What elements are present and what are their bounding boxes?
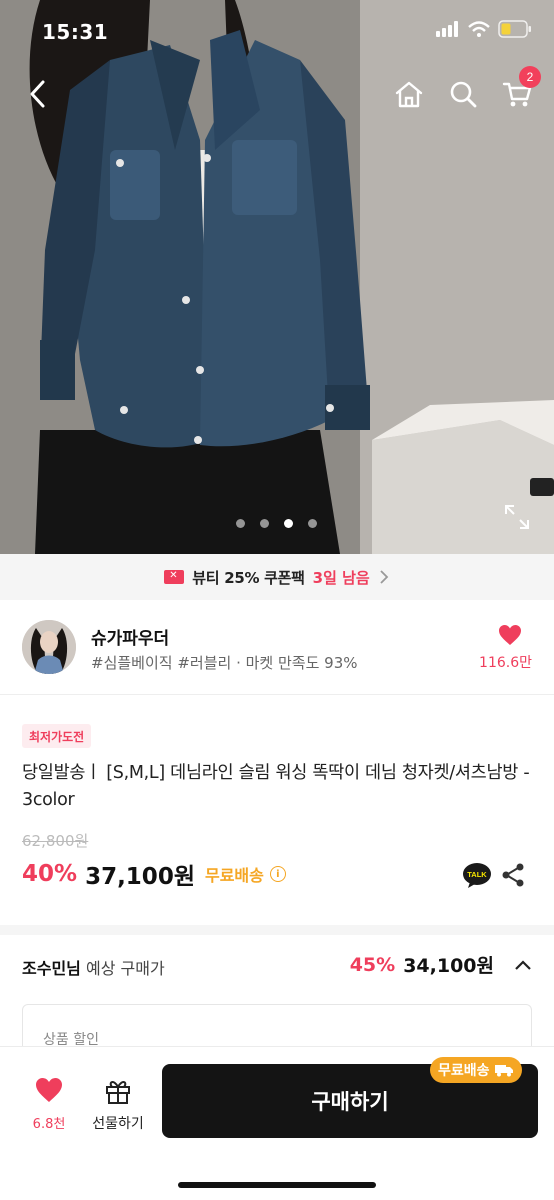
coupon-icon xyxy=(164,570,185,584)
top-navigation: 2 xyxy=(0,66,554,116)
shop-avatar[interactable] xyxy=(22,620,76,674)
carousel-indicator xyxy=(236,519,317,528)
status-bar: 15:31 xyxy=(0,0,554,66)
gift-button[interactable]: 선물하기 xyxy=(86,1077,150,1133)
expected-discount: 45% xyxy=(349,953,396,976)
price-row: 40% 37,100원 무료배송 i xyxy=(22,858,286,890)
user-name: 조수민님 xyxy=(22,959,81,978)
talk-icon: TALK xyxy=(463,863,491,888)
heart-icon xyxy=(36,1078,62,1102)
gift-icon xyxy=(106,1081,130,1104)
wifi-icon xyxy=(468,21,490,37)
cart-count-badge: 2 xyxy=(519,66,541,88)
expected-price-row[interactable]: 조수민님 예상 구매가 45% 34,100원 xyxy=(0,935,554,995)
product-image-carousel[interactable]: 15:31 2 xyxy=(0,0,554,554)
carousel-dot[interactable] xyxy=(308,519,317,528)
home-button[interactable] xyxy=(387,72,431,116)
expected-price-text: 예상 구매가 xyxy=(85,959,165,978)
gift-label: 선물하기 xyxy=(92,1116,144,1132)
chevron-up-icon[interactable] xyxy=(514,959,532,971)
status-icons xyxy=(436,20,532,38)
home-indicator xyxy=(178,1182,376,1188)
battery-icon xyxy=(498,20,531,38)
original-price: 62,800원 xyxy=(22,832,89,850)
info-icon[interactable]: i xyxy=(269,866,286,882)
coupon-banner[interactable]: 뷰티 25% 쿠폰팩 3일 남음 xyxy=(0,554,554,600)
sale-price: 37,100원 xyxy=(85,864,195,890)
bottom-action-bar: 6.8천 선물하기 구매하기 무료배송 xyxy=(0,1046,554,1200)
carousel-dot-active[interactable] xyxy=(284,519,293,528)
status-time: 15:31 xyxy=(42,20,109,44)
lowest-price-badge: 최저가도전 xyxy=(22,724,92,748)
search-icon xyxy=(450,81,477,108)
free-shipping-badge-text: 무료배송 xyxy=(438,1063,490,1079)
heart-icon xyxy=(499,625,521,645)
share-icon xyxy=(502,863,524,887)
shop-name[interactable]: 슈가파우더 xyxy=(91,624,169,649)
carousel-dot[interactable] xyxy=(260,519,269,528)
product-title: 당일발송ㅣ [S,M,L] 데님라인 슬림 워싱 똑딱이 데님 청자켓/셔츠남방… xyxy=(22,763,530,810)
coupon-days-left: 3일 남음 xyxy=(312,568,370,587)
wishlist-button[interactable]: 6.8천 xyxy=(22,1077,76,1132)
shop-like-count: 116.6만 xyxy=(479,655,532,671)
free-shipping-badge: 무료배송 xyxy=(430,1057,522,1083)
wishlist-count: 6.8천 xyxy=(32,1117,66,1132)
shop-like-button[interactable]: 116.6만 xyxy=(472,624,532,672)
coupon-text: 뷰티 25% 쿠폰팩 xyxy=(192,568,305,587)
shop-info-row[interactable]: 슈가파우더 #심플베이직 #러블리 · 마켓 만족도 93% 116.6만 xyxy=(0,600,554,695)
shop-tags: #심플베이직 #러블리 · 마켓 만족도 93% xyxy=(91,654,358,672)
cart-button[interactable]: 2 xyxy=(495,66,541,116)
svg-text:TALK: TALK xyxy=(467,870,487,879)
carousel-dot[interactable] xyxy=(236,519,245,528)
section-divider xyxy=(0,925,554,935)
expected-price: 34,100원 xyxy=(403,955,494,977)
fullscreen-button[interactable] xyxy=(503,503,531,531)
free-shipping-label: 무료배송 xyxy=(204,866,264,885)
back-button[interactable] xyxy=(16,72,60,116)
discount-rate: 40% xyxy=(22,861,78,887)
avatar-image xyxy=(22,620,76,674)
home-icon xyxy=(395,81,423,108)
search-button[interactable] xyxy=(441,72,485,116)
truck-icon xyxy=(494,1065,513,1077)
share-button[interactable] xyxy=(500,862,526,888)
expected-price-value: 45% 34,100원 xyxy=(350,951,532,978)
expand-icon xyxy=(505,505,529,529)
chevron-left-icon xyxy=(30,80,45,108)
signal-icon xyxy=(436,21,458,37)
chevron-right-icon xyxy=(380,570,388,584)
expected-price-label: 조수민님 예상 구매가 xyxy=(22,955,165,979)
kakao-talk-button[interactable]: TALK xyxy=(462,862,492,888)
